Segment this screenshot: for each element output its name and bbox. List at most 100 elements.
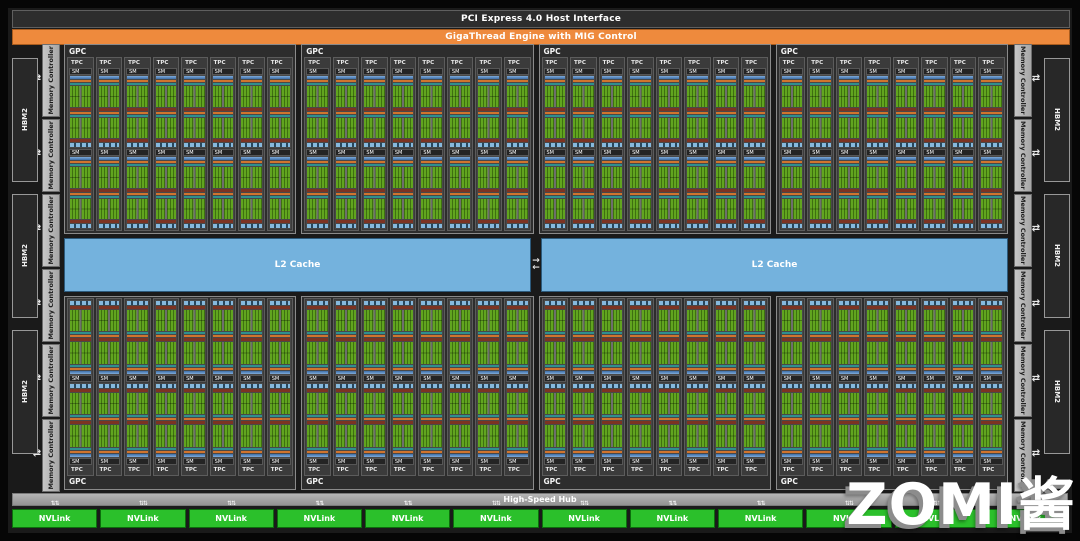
sm-body [448,300,472,375]
tensor-core-bar [838,338,860,342]
sm-body [837,383,861,458]
tpc-label: TPC [71,60,83,66]
tensor-core-bar [658,107,680,111]
core-array [212,198,234,219]
sm-label: SM [334,68,358,75]
processing-block [687,389,708,421]
sm-block: SM [97,68,121,148]
processing-block [478,80,499,111]
warp-scheduler-bar [364,451,385,453]
warp-scheduler-bar [392,192,414,195]
core-array [952,342,974,364]
l1-data-cache-tex-bar [478,384,499,388]
core-array [658,425,680,447]
core-array [573,342,594,364]
dispatch-unit-bar [335,332,357,335]
sm-label: SM [363,68,386,75]
tensor-core-bar [867,107,888,111]
dispatch-unit-bar [630,114,651,117]
sm-body [894,300,918,375]
tensor-core-bar [952,188,974,192]
tpc-column: TPC SM SM [541,298,569,476]
l1-data-cache-tex-bar [212,384,234,388]
sm-body [780,300,804,375]
warp-scheduler-bar [70,192,91,195]
dispatch-unit-bar [601,415,623,418]
dispatch-unit-bar [573,332,594,335]
core-array [601,393,623,415]
sm-label: SM [743,68,766,75]
warp-scheduler-bar [630,111,651,114]
tpc-label: TPC [602,60,615,66]
processing-block [838,80,860,111]
core-array [573,425,594,447]
hbm2-block: HBM2 [1044,194,1070,318]
core-array [715,393,737,415]
warp-scheduler-bar [70,418,91,421]
dispatch-unit-bar [98,164,120,166]
tensor-core-bar [658,421,680,425]
processing-block [127,421,148,453]
tpc-label: TPC [99,60,112,66]
watermark: ZOMI酱 [846,472,1076,538]
l1-data-cache-tex-bar [981,384,1002,388]
dispatch-unit-bar [573,164,594,166]
core-array [184,310,205,332]
l1-data-cache-tex-bar [781,384,803,388]
sm-label: SM [183,68,206,75]
core-array [781,198,803,219]
sm-body [126,300,149,375]
processing-block [212,161,234,192]
sm-block: SM [543,383,567,465]
l1-instruction-cache-bar [601,371,623,374]
warp-scheduler-bar [601,451,623,453]
warp-scheduler-bar [715,161,737,163]
tpc-label: TPC [393,60,406,66]
core-array [867,310,888,332]
l1-data-cache-tex-bar [981,224,1002,228]
sm-body [780,383,804,458]
core-array [449,425,471,447]
core-array [573,310,594,332]
tensor-core-bar [241,107,262,111]
processing-block [895,161,917,192]
tensor-core-bar [744,389,765,392]
processing-block [127,389,148,421]
tensor-core-bar [952,338,974,342]
warp-scheduler-bar [184,368,205,370]
dispatch-unit-bar [895,448,917,450]
tensor-core-bar [687,220,708,223]
l1-data-cache-tex-bar [70,384,91,388]
tensor-core-bar [506,139,528,142]
core-array [981,117,1002,138]
sm-label: SM [391,375,415,382]
l1-instruction-cache-bar [506,76,528,79]
tpc-column: TPC SM SM [446,298,474,476]
processing-block [70,111,91,142]
sm-body [420,156,443,229]
tpc-row: TPC SM SM TPC SM SM TPC SM SM TPC SM SM TPC SM SM TPC SM… [304,298,531,476]
warp-scheduler-bar [70,451,91,453]
sm-block: SM [97,149,121,229]
dispatch-unit-bar [573,83,594,85]
processing-block [952,306,974,338]
dispatch-unit-bar [241,164,262,166]
warp-scheduler-bar [658,111,680,114]
processing-block [658,161,680,192]
tpc-row: TPC SM SM TPC SM SM TPC SM SM TPC SM SM TPC SM SM TPC SM… [778,298,1005,476]
tensor-core-bar [335,220,357,223]
warp-scheduler-bar [127,192,148,195]
tpc-column: TPC SM SM [389,298,417,476]
core-array [364,342,385,364]
dispatch-unit-bar [573,365,594,367]
core-array [895,117,917,138]
core-array [184,117,205,138]
l1-data-cache-tex-bar [781,224,803,228]
warp-scheduler-bar [744,418,765,421]
processing-block [544,338,566,370]
tpc-label: TPC [422,467,435,473]
warp-scheduler-bar [478,161,499,163]
sm-body [477,75,500,148]
dispatch-unit-bar [98,83,120,85]
processing-block [952,111,974,142]
